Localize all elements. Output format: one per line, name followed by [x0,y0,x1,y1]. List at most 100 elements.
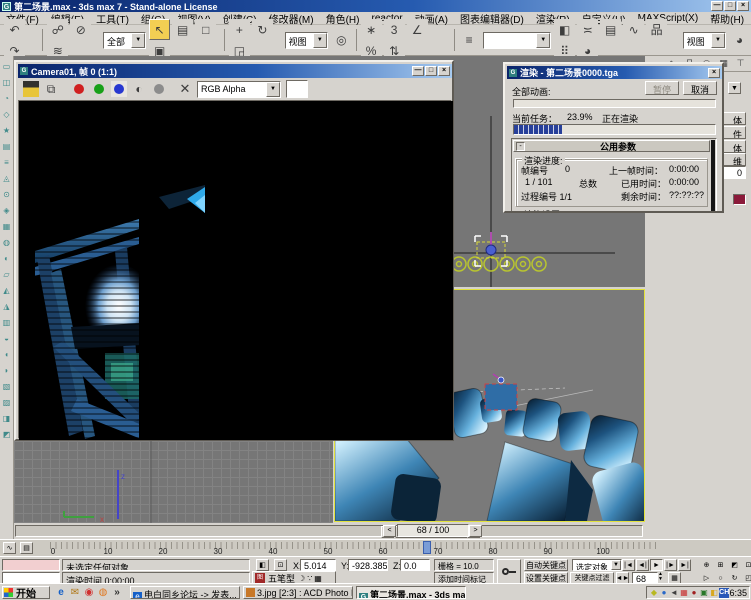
side-toolbar-icon-4[interactable]: ◇ [1,108,13,120]
start-button[interactable]: 开始 [2,586,50,599]
selection-lock-icon[interactable]: ◧ [256,559,269,571]
side-toolbar-icon-17[interactable]: ▥ [1,316,13,328]
side-toolbar-icon-19[interactable]: ◖ [1,348,13,360]
ime-halfwidth-icon[interactable]: ☽ [298,574,305,583]
select-by-name-icon[interactable]: ▤ [172,19,193,40]
side-toolbar-icon-8[interactable]: ◬ [1,172,13,184]
side-toolbar-icon-24[interactable]: ◩ [1,428,13,440]
side-toolbar-icon-21[interactable]: ▧ [1,380,13,392]
select-and-link-icon[interactable]: ☍ [47,19,68,40]
render-type-dropdown[interactable]: 视图▼ [683,32,726,49]
taskbar-item-acdsee[interactable]: 3.jpg [2:3] : ACD Photo E... [243,586,353,599]
angle-snap-icon[interactable]: ∠ [407,19,428,40]
side-toolbar-icon-1[interactable]: ▭ [1,60,13,72]
blue-channel-icon[interactable] [110,80,128,98]
clone-image-icon[interactable]: ⧉ [42,80,60,98]
minimize-button[interactable]: — [711,1,723,11]
pause-button[interactable]: 暂停 [645,81,679,95]
next-frame-arrow[interactable]: > [469,525,482,537]
quick-launch-chevron-icon[interactable]: » [110,586,124,599]
alpha-channel-icon[interactable]: ◐ [130,80,148,98]
go-to-start-button[interactable]: |◄ [622,559,635,571]
use-pivot-center-icon[interactable]: ◎ [331,30,352,51]
side-toolbar-icon-13[interactable]: ◐ [1,252,13,264]
render-window-restore-button[interactable]: □ [425,66,437,76]
align-icon[interactable]: ≍ [577,19,598,40]
save-image-icon[interactable] [22,80,40,98]
select-and-rotate-icon[interactable]: ↻ [252,19,273,40]
side-toolbar-icon-10[interactable]: ◈ [1,204,13,216]
y-coordinate-field[interactable]: -928.385 [348,559,388,571]
common-parameters-rollout[interactable]: - 公用参数 [513,140,710,152]
zoom-extents-all-icon[interactable]: ⊡ [742,559,751,571]
side-toolbar-icon-9[interactable]: ⊙ [1,188,13,200]
media-player-icon[interactable]: ◍ [96,586,110,599]
selection-filter-dropdown[interactable]: 全部▼ [103,32,146,49]
select-and-manipulate-icon[interactable]: ∗ [361,19,382,40]
menu-help[interactable]: 帮助(H) [704,11,750,26]
grid-tray-icon[interactable]: ▦ [679,588,689,598]
curve-editor-icon[interactable]: ∿ [623,19,644,40]
mini-curve-editor-icon[interactable]: ∿ [3,542,16,554]
named-selection-dropdown[interactable]: ▼ [483,32,552,49]
render-dialog-close-button[interactable]: × [708,68,720,78]
rollout-scrollbar[interactable] [711,140,715,213]
menu-graph-editors[interactable]: 图表编辑器(D) [454,11,530,26]
side-toolbar-icon-15[interactable]: ◭ [1,284,13,296]
clear-image-icon[interactable]: ✕ [176,80,194,98]
quick-render-icon[interactable]: ◕ [729,30,750,51]
menu-character[interactable]: 角色(H) [320,11,366,26]
lock-tray-icon[interactable]: ◧ [709,588,719,598]
edit-named-selections-icon[interactable]: ≡ [459,30,480,51]
volume-icon[interactable]: ◄ [669,588,679,598]
side-toolbar-icon-5[interactable]: ★ [1,124,13,136]
close-button[interactable]: × [737,1,749,11]
mirror-icon[interactable]: ◧ [554,19,575,40]
previous-frame-arrow[interactable]: < [383,525,396,537]
snap-toggle-icon[interactable]: 3 [384,19,405,40]
red-channel-icon[interactable] [70,80,88,98]
channel-display-dropdown[interactable]: RGB Alpha▼ [197,81,281,98]
auto-key-button[interactable]: 自动关键点 [524,559,568,571]
rollout-collapse-icon[interactable]: - [516,142,525,151]
monochrome-icon[interactable] [150,80,168,98]
taskbar-item-forum[interactable]: e电白同乡论坛 -> 发表... [130,586,240,599]
x-coordinate-field[interactable]: 5.014 [300,559,336,571]
misc-tray-icon[interactable]: ▣ [699,588,709,598]
side-toolbar-icon-20[interactable]: ◗ [1,364,13,376]
side-toolbar-icon-3[interactable]: ◔ [1,92,13,104]
ime-keyboard-icon[interactable]: ▦ [314,574,322,583]
select-object-icon[interactable]: ↖ [149,19,170,40]
key-mode-dropdown[interactable]: 选定对象▼ [572,559,622,571]
utilities-tab-icon[interactable]: ⊤ [733,57,748,70]
go-to-end-button[interactable]: ►| [678,559,691,571]
side-toolbar-icon-23[interactable]: ◨ [1,412,13,424]
render-window-close-button[interactable]: × [438,66,450,76]
restore-button[interactable]: □ [724,1,736,11]
ie-icon[interactable]: e [54,586,68,599]
maxscript-mini-listener-pink[interactable] [2,559,60,571]
z-coordinate-field[interactable]: 0.0 [400,559,430,571]
side-toolbar-icon-12[interactable]: ◍ [1,236,13,248]
render-window-minimize-button[interactable]: — [412,66,424,76]
qq-icon[interactable]: ◉ [82,586,96,599]
layer-manager-icon[interactable]: ▤ [600,19,621,40]
mail-icon[interactable]: ✉ [68,586,82,599]
select-and-move-icon[interactable]: + [229,19,250,40]
side-toolbar-icon-14[interactable]: ▱ [1,268,13,280]
player-tray-icon[interactable]: ● [689,588,699,598]
undo-icon[interactable]: ↶ [4,19,25,40]
green-channel-icon[interactable] [90,80,108,98]
side-toolbar-icon-2[interactable]: ◫ [1,76,13,88]
object-category-dropdown-arrow[interactable]: ▼ [728,82,741,94]
set-key-toggle-button[interactable] [497,559,521,584]
side-toolbar-icon-11[interactable]: ▦ [1,220,13,232]
antivirus-tray-icon[interactable]: ◆ [649,588,659,598]
side-toolbar-icon-22[interactable]: ▨ [1,396,13,408]
unlink-icon[interactable]: ⊘ [70,19,91,40]
taskbar-item-3dsmax[interactable]: G第二场景.max - 3ds ma... [356,586,466,599]
ime-punctuation-icon[interactable]: ∵ [307,574,312,583]
time-slider-track[interactable] [15,525,643,537]
zoom-all-icon[interactable]: ⊞ [714,559,727,571]
previous-frame-button[interactable]: ◄| [636,559,649,571]
